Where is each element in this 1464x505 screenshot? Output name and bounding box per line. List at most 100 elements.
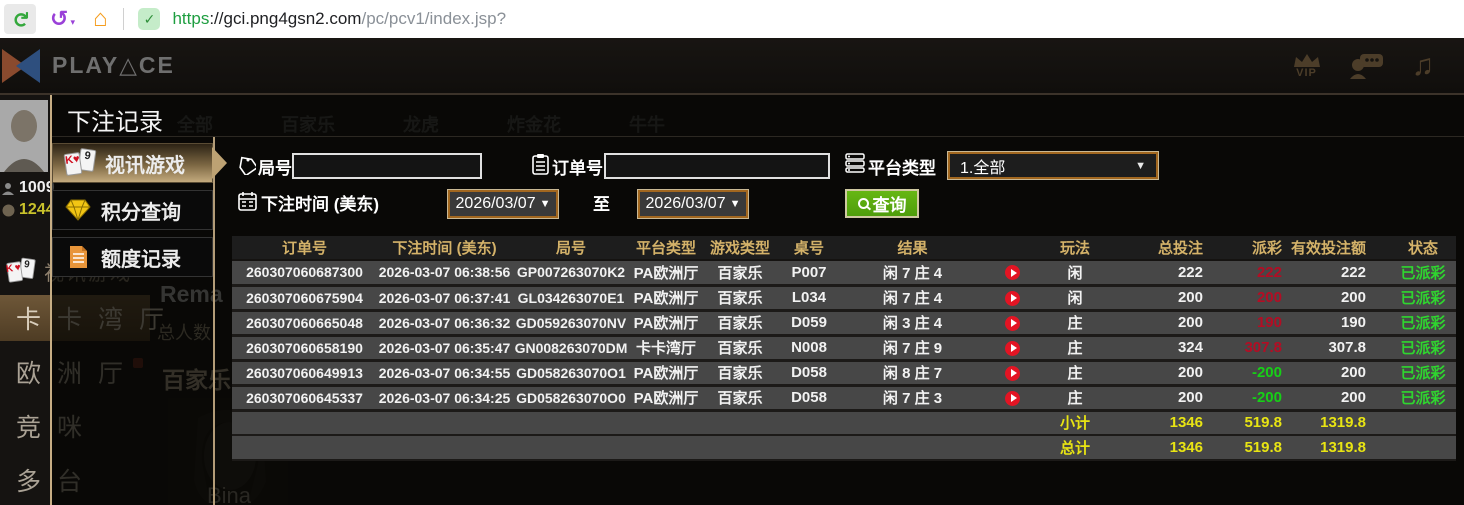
play-video-button[interactable] — [1005, 340, 1020, 356]
cell-order_no: 260307060645337 — [232, 385, 377, 412]
play-video-button[interactable] — [1005, 290, 1020, 306]
cell-total_bet: 200 — [1110, 385, 1215, 412]
cell-status: 已派彩 — [1390, 335, 1456, 362]
cell-game_no: GP007263070K2 — [512, 260, 630, 287]
table-header-cell: 总投注 — [1110, 236, 1215, 261]
music-button[interactable]: ♫ — [1412, 49, 1435, 83]
refresh-button[interactable]: ↻ — [4, 4, 36, 34]
play-video-button[interactable] — [1005, 390, 1020, 406]
cell-order_no: 260307060649913 — [232, 360, 377, 387]
customer-service-button[interactable] — [1349, 53, 1384, 79]
table-row: 260307060649913 2026-03-07 06:34:55 GD0582… — [232, 360, 1456, 387]
cell-play_type: 庄 — [1040, 310, 1110, 337]
menu-item-quota-record[interactable]: 额度记录 — [52, 237, 213, 277]
order-no-input[interactable] — [604, 153, 830, 179]
table-summary-row: 小计 1346 519.8 1319.8 — [232, 410, 1456, 436]
cell-payout: 200 — [1215, 285, 1290, 312]
cell-platform: PA欧洲厅 — [630, 360, 702, 387]
chat-person-icon — [1349, 53, 1383, 79]
summary-payout: 519.8 — [1215, 435, 1290, 461]
cell-play_type: 庄 — [1040, 360, 1110, 387]
calendar-icon — [238, 192, 257, 211]
cell-bet_time: 2026-03-07 06:35:47 — [377, 335, 512, 362]
chevron-down-icon: ▼ — [1135, 159, 1146, 172]
search-button-label: 查询 — [872, 196, 907, 215]
search-button[interactable]: 查询 — [845, 189, 919, 218]
search-icon — [857, 198, 869, 209]
chevron-down-icon: ▼ — [539, 198, 551, 210]
gem-icon — [65, 199, 91, 221]
undo-icon: ↺ — [50, 6, 69, 31]
date-to-value: 2026/03/07 — [645, 195, 726, 212]
cell-status: 已派彩 — [1390, 360, 1456, 387]
bet-time-label: 下注时间 (美东) — [261, 195, 380, 214]
cell-valid_bet: 307.8 — [1290, 335, 1390, 362]
table-summary-row: 总计 1346 519.8 1319.8 — [232, 435, 1456, 461]
summary-total_bet: 1346 — [1110, 435, 1215, 461]
table-header-cell: 派彩 — [1215, 236, 1290, 261]
result-video-cell — [985, 310, 1040, 337]
cell-status: 已派彩 — [1390, 385, 1456, 412]
screen: ↻ ↺ ▾ ⌂ ✓ https ://gci.png4gsn2.com /pc/… — [0, 0, 1464, 505]
url-scheme: https — [172, 9, 210, 28]
menu-item-label: 视讯游戏 — [105, 154, 185, 177]
menu-item-video-games[interactable]: 9 K♥ 视讯游戏 — [52, 143, 213, 183]
cell-total_bet: 200 — [1110, 285, 1215, 312]
vip-button[interactable]: VIP — [1292, 53, 1322, 79]
summary-valid_bet: 1319.8 — [1290, 410, 1390, 436]
play-video-button[interactable] — [1005, 365, 1020, 381]
to-label: 至 — [593, 195, 610, 214]
app-header: PLAY△CE VIP ♫ — [0, 38, 1464, 95]
cell-valid_bet: 200 — [1290, 285, 1390, 312]
menu-item-label: 积分查询 — [101, 201, 181, 224]
url-domain: ://gci.png4gsn2.com — [209, 9, 362, 28]
logo-icon — [2, 48, 42, 84]
toolbar-divider — [123, 8, 125, 30]
betting-record-panel: 下注记录 9 K♥ 视讯游戏 积分查询 额度记录 局号 订单号 平台类型 1.全… — [0, 95, 1464, 505]
cell-game_no: GD059263070NV — [512, 310, 630, 337]
cell-total_bet: 222 — [1110, 260, 1215, 287]
chevron-down-icon: ▼ — [729, 198, 741, 210]
table-row: 260307060658190 2026-03-07 06:35:47 GN0082… — [232, 335, 1456, 362]
cell-valid_bet: 200 — [1290, 385, 1390, 412]
panel-menu: 9 K♥ 视讯游戏 积分查询 额度记录 — [52, 143, 213, 284]
play-video-button[interactable] — [1005, 265, 1020, 281]
play-video-button[interactable] — [1005, 315, 1020, 331]
security-shield-icon[interactable]: ✓ — [138, 8, 161, 30]
menu-divider — [213, 137, 215, 505]
back-button[interactable]: ↺ ▾ — [50, 4, 75, 34]
home-button[interactable]: ⌂ — [75, 4, 108, 34]
page-title: 下注记录 — [67, 109, 163, 136]
cell-platform: PA欧洲厅 — [630, 285, 702, 312]
cell-game_type: 百家乐 — [702, 335, 778, 362]
game-no-input[interactable] — [292, 153, 482, 179]
table-header-cell: 有效投注额 — [1290, 236, 1390, 261]
table-header-cell: 局号 — [512, 236, 630, 261]
table-header-cell: 状态 — [1390, 236, 1456, 261]
playace-logo: PLAY△CE — [2, 48, 175, 84]
result-video-cell — [985, 335, 1040, 362]
cell-game_type: 百家乐 — [702, 385, 778, 412]
date-from-picker[interactable]: 2026/03/07 ▼ — [448, 190, 558, 218]
summary-spacer — [232, 435, 1040, 461]
cell-result: 闲 3 庄 4 — [840, 310, 985, 337]
cell-order_no: 260307060665048 — [232, 310, 377, 337]
cell-total_bet: 200 — [1110, 360, 1215, 387]
cell-table_no: D059 — [778, 310, 840, 337]
table-row: 260307060687300 2026-03-07 06:38:56 GP0072… — [232, 260, 1456, 287]
menu-item-label: 额度记录 — [101, 248, 181, 271]
panel-title-bar — [52, 95, 1464, 137]
menu-item-points-query[interactable]: 积分查询 — [52, 190, 213, 230]
cell-payout: 190 — [1215, 310, 1290, 337]
address-bar[interactable]: https ://gci.png4gsn2.com /pc/pcv1/index… — [172, 9, 506, 29]
cell-game_no: GL034263070E1 — [512, 285, 630, 312]
platform-type-dropdown[interactable]: 1.全部 ▼ — [948, 152, 1158, 179]
cell-payout: -200 — [1215, 360, 1290, 387]
summary-label: 小计 — [1040, 410, 1110, 436]
table-header-cell: 桌号 — [778, 236, 840, 261]
cell-status: 已派彩 — [1390, 285, 1456, 312]
refresh-icon: ↻ — [8, 10, 32, 28]
platform-type-value: 1.全部 — [960, 159, 1006, 177]
table-row: 260307060665048 2026-03-07 06:36:32 GD0592… — [232, 310, 1456, 337]
date-to-picker[interactable]: 2026/03/07 ▼ — [638, 190, 748, 218]
